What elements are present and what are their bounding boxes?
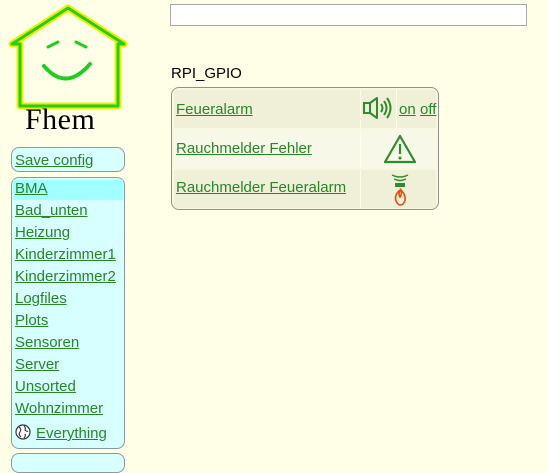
cell-divider <box>360 170 361 208</box>
room-item-kinderzimmer2[interactable]: Kinderzimmer2 <box>15 268 116 288</box>
room-item-kinderzimmer1[interactable]: Kinderzimmer1 <box>15 246 116 266</box>
room-item-wohnzimmer[interactable]: Wohnzimmer <box>15 400 103 420</box>
device-link-feueralarm[interactable]: Feueralarm <box>176 101 253 118</box>
save-config-link[interactable]: Save config <box>15 152 93 169</box>
table-row: Rauchmelder Fehler <box>174 130 436 168</box>
room-item-server[interactable]: Server <box>15 356 59 376</box>
room-item-plots[interactable]: Plots <box>15 312 48 332</box>
logo-text: Fhem <box>25 103 96 136</box>
room-item-unsorted[interactable]: Unsorted <box>15 378 76 398</box>
set-on-link[interactable]: on <box>399 101 416 118</box>
smoke-fire-icon[interactable] <box>388 171 412 209</box>
device-link-rauchmelder-feueralarm[interactable]: Rauchmelder Feueralarm <box>176 179 346 196</box>
table-row: Feueralarm on off <box>174 90 436 128</box>
cell-divider <box>396 90 397 128</box>
room-item-heizung[interactable]: Heizung <box>15 224 70 244</box>
menu-box-bottom <box>11 453 125 473</box>
globe-icon <box>15 424 31 440</box>
room-item-bad-unten[interactable]: Bad_unten <box>15 202 88 222</box>
room-item-logfiles[interactable]: Logfiles <box>15 290 67 310</box>
save-config-box: Save config <box>11 147 125 172</box>
table-row: Rauchmelder Feueralarm <box>174 170 436 208</box>
cell-divider <box>360 90 361 128</box>
room-item-bma[interactable]: BMA <box>13 180 123 200</box>
room-menu: BMA Bad_unten Heizung Kinderzimmer1 Kind… <box>11 177 125 449</box>
command-input[interactable] <box>170 4 527 26</box>
cell-divider <box>360 130 361 168</box>
group-title: RPI_GPIO <box>171 65 242 82</box>
house-logo-icon <box>8 4 128 110</box>
warning-triangle-icon[interactable] <box>383 134 417 169</box>
device-link-rauchmelder-fehler[interactable]: Rauchmelder Fehler <box>176 140 312 157</box>
room-item-sensoren[interactable]: Sensoren <box>15 334 79 354</box>
set-off-link[interactable]: off <box>420 101 436 118</box>
fhem-logo[interactable]: Fhem <box>8 2 128 138</box>
device-table: Feueralarm on off Rauchmelder Fehler Rau… <box>171 87 439 210</box>
room-item-everything-label[interactable]: Everything <box>36 425 107 442</box>
speaker-icon[interactable] <box>362 95 396 126</box>
room-item-everything[interactable]: Everything <box>15 424 107 444</box>
